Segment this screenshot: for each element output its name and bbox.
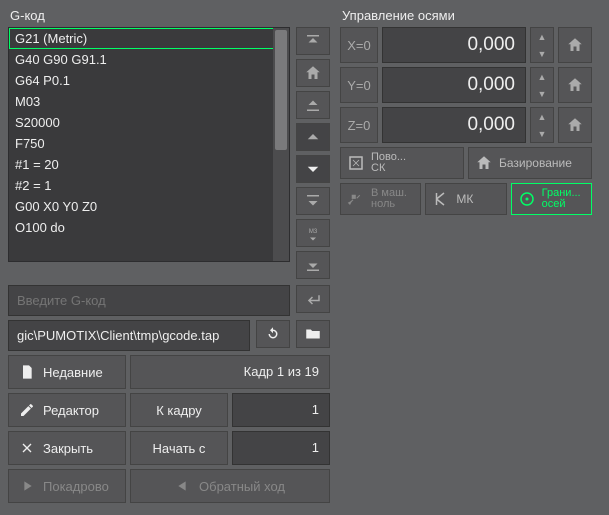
axis-spinner-1[interactable]: ▲▼ xyxy=(530,67,554,103)
homing-label: Базирование xyxy=(499,156,572,170)
reverse-label: Обратный ход xyxy=(199,479,285,494)
gcode-line[interactable]: G21 (Metric) xyxy=(9,28,289,49)
go-top-icon-button[interactable] xyxy=(296,27,330,55)
start-from-value[interactable]: 1 xyxy=(232,431,330,465)
gcode-scrollbar[interactable] xyxy=(273,28,289,261)
enter-icon-button[interactable] xyxy=(296,285,330,313)
gcode-list[interactable]: G21 (Metric)G40 G90 G91.1G64 P0.1M03S200… xyxy=(8,27,290,262)
axis-spinner-2[interactable]: ▲▼ xyxy=(530,107,554,143)
axis-bounds-label: Грани... осей xyxy=(542,188,581,210)
editor-button[interactable]: Редактор xyxy=(8,393,126,427)
gcode-input[interactable] xyxy=(8,285,290,316)
mk-label: МК xyxy=(456,192,473,206)
home-icon-button[interactable] xyxy=(296,59,330,87)
gcode-line[interactable]: G64 P0.1 xyxy=(9,70,289,91)
refresh-icon-button[interactable] xyxy=(256,320,290,348)
to-frame-button[interactable]: К кадру xyxy=(130,393,228,427)
gcode-line[interactable]: M03 xyxy=(9,91,289,112)
start-from-button[interactable]: Начать с xyxy=(130,431,228,465)
editor-label: Редактор xyxy=(43,403,99,418)
axis-value-0[interactable]: 0,000 xyxy=(382,27,526,63)
svg-text:M3: M3 xyxy=(309,229,318,235)
close-label: Закрыть xyxy=(43,441,93,456)
recent-button[interactable]: Недавние xyxy=(8,355,126,389)
recent-label: Недавние xyxy=(43,365,103,380)
axis-zero-button-0[interactable]: X=0 xyxy=(340,27,378,63)
go-bottom-icon-button[interactable] xyxy=(296,251,330,279)
file-path-display: gic\PUMOTIX\Client\tmp\gcode.tap xyxy=(8,320,250,351)
gcode-line[interactable]: #1 = 20 xyxy=(9,154,289,175)
nav-down-icon-button[interactable] xyxy=(296,155,330,183)
step-label: Покадрово xyxy=(43,479,109,494)
gcode-line[interactable]: #2 = 1 xyxy=(9,175,289,196)
start-from-label: Начать с xyxy=(153,441,206,456)
machine-zero-button[interactable]: В маш. ноль xyxy=(340,183,421,215)
axis-zero-button-2[interactable]: Z=0 xyxy=(340,107,378,143)
nav-up-icon-button[interactable] xyxy=(296,123,330,151)
axis-spinner-0[interactable]: ▲▼ xyxy=(530,27,554,63)
gcode-line[interactable]: O100 do xyxy=(9,217,289,238)
gcode-panel-title: G-код xyxy=(8,8,330,23)
gcode-line[interactable]: G00 X0 Y0 Z0 xyxy=(9,196,289,217)
close-button[interactable]: Закрыть xyxy=(8,431,126,465)
turn-sk-label: Пово... СК xyxy=(371,152,406,174)
axis-home-button-2[interactable] xyxy=(558,107,592,143)
homing-button[interactable]: Базирование xyxy=(468,147,592,179)
turn-sk-button[interactable]: Пово... СК xyxy=(340,147,464,179)
scroll-down-icon-button[interactable] xyxy=(296,187,330,215)
axis-panel-title: Управление осями xyxy=(340,8,592,23)
gcode-line[interactable]: F750 xyxy=(9,133,289,154)
axis-value-2[interactable]: 0,000 xyxy=(382,107,526,143)
machine-zero-label: В маш. ноль xyxy=(371,188,407,210)
scroll-up-icon-button[interactable] xyxy=(296,91,330,119)
frame-info: Кадр 1 из 19 xyxy=(130,355,330,389)
scrollbar-thumb[interactable] xyxy=(275,30,287,150)
axis-home-button-1[interactable] xyxy=(558,67,592,103)
axis-value-1[interactable]: 0,000 xyxy=(382,67,526,103)
open-folder-icon-button[interactable] xyxy=(296,320,330,348)
m3-icon-button[interactable]: M3 xyxy=(296,219,330,247)
mk-button[interactable]: МК xyxy=(425,183,506,215)
axis-zero-button-1[interactable]: Y=0 xyxy=(340,67,378,103)
gcode-line[interactable]: S20000 xyxy=(9,112,289,133)
reverse-button[interactable]: Обратный ход xyxy=(130,469,330,503)
gcode-line[interactable]: G40 G90 G91.1 xyxy=(9,49,289,70)
to-frame-label: К кадру xyxy=(156,403,202,418)
to-frame-value[interactable]: 1 xyxy=(232,393,330,427)
axis-home-button-0[interactable] xyxy=(558,27,592,63)
step-button[interactable]: Покадрово xyxy=(8,469,126,503)
axis-bounds-button[interactable]: Грани... осей xyxy=(511,183,592,215)
